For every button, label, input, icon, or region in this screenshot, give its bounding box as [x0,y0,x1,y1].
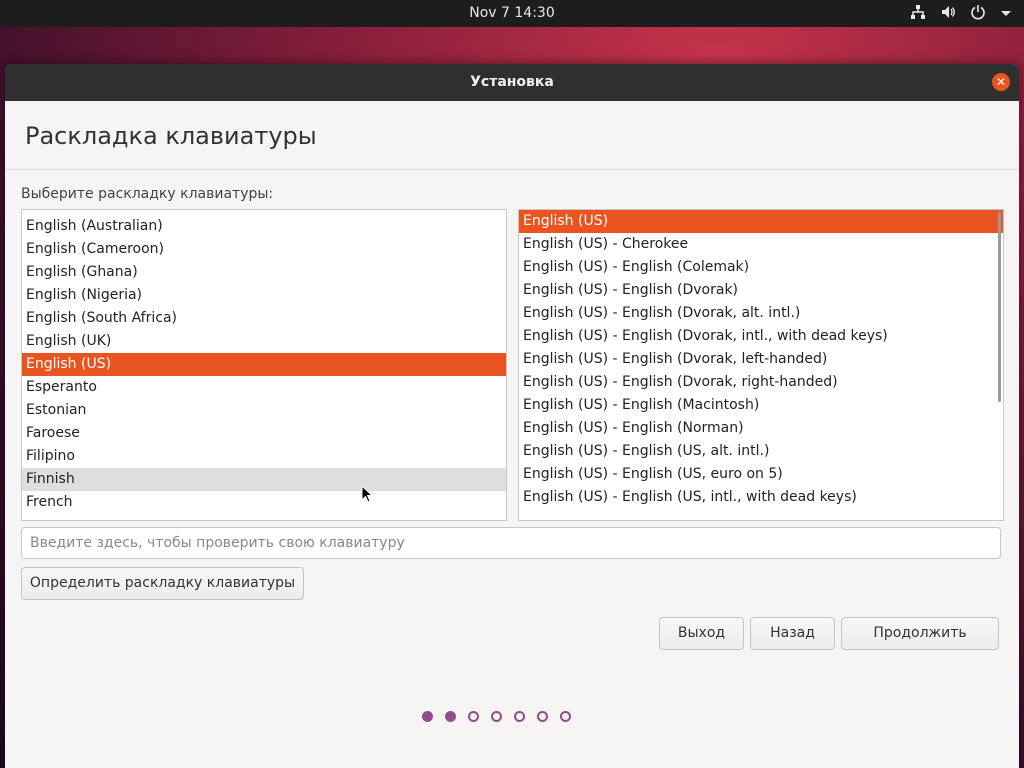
step-dot [491,711,502,722]
back-button[interactable]: Назад [750,617,835,650]
installer-window: Установка ✕ Раскладка клавиатуры Выберит… [5,64,1019,768]
close-icon[interactable]: ✕ [992,73,1010,91]
step-dot [422,711,433,722]
variant-list-item[interactable]: English (US) - English (Dvorak, intl., w… [519,325,1003,348]
page-title: Раскладка клавиатуры [25,122,317,150]
variant-list-item[interactable]: English (US) - English (US, intl., with … [519,486,1003,509]
layout-list-item[interactable]: English (UK) [22,330,506,353]
layout-list-item[interactable]: Filipino [22,445,506,468]
step-dot [445,711,456,722]
layout-list-item[interactable]: English (Ghana) [22,261,506,284]
window-title: Установка [470,74,554,90]
variant-list-item[interactable]: English (US) - English (Dvorak, right-ha… [519,371,1003,394]
variant-list-item[interactable]: English (US) - English (Dvorak) [519,279,1003,302]
step-dot [560,711,571,722]
layout-list-item[interactable]: English (Nigeria) [22,284,506,307]
variant-list-item[interactable]: English (US) - Cherokee [519,233,1003,256]
volume-icon[interactable] [940,4,956,25]
quit-button[interactable]: Выход [659,617,744,650]
layout-list-item[interactable]: Estonian [22,399,506,422]
step-dot [514,711,525,722]
step-progress [422,711,571,722]
variant-list-item[interactable]: English (US) - English (US, euro on 5) [519,463,1003,486]
layout-list-item[interactable]: Finnish [22,468,506,491]
variant-list-item[interactable]: English (US) - English (Dvorak, left-han… [519,348,1003,371]
step-dot [537,711,548,722]
top-bar: Nov 7 14:30 [0,0,1024,27]
variant-list[interactable]: English (US) English (US) - Cherokee Engli… [518,209,1004,521]
variant-list-item[interactable]: English (US) - English (Dvorak, alt. int… [519,302,1003,325]
window-titlebar[interactable]: Установка ✕ [5,64,1019,101]
continue-button[interactable]: Продолжить [841,617,999,650]
menu-arrow-icon[interactable] [1000,6,1012,24]
layout-list-item[interactable]: English (South Africa) [22,307,506,330]
layout-list-item[interactable]: Esperanto [22,376,506,399]
layout-list-item[interactable]: English (Cameroon) [22,238,506,261]
layout-list-item[interactable]: English (US) [22,353,506,376]
variant-list-item[interactable]: English (US) - English (US, alt. intl.) [519,440,1003,463]
variant-list-scrollbar[interactable] [998,212,1001,402]
network-icon[interactable] [910,4,926,25]
layout-list-item[interactable]: English (Australian) [22,215,506,238]
step-dot [468,711,479,722]
variant-list-item[interactable]: English (US) - English (Norman) [519,417,1003,440]
variant-list-item[interactable]: English (US) - English (Colemak) [519,256,1003,279]
power-icon[interactable] [970,4,986,25]
layout-list-item[interactable]: French [22,491,506,514]
header-divider [5,169,1019,170]
detect-layout-button[interactable]: Определить раскладку клавиатуры [21,567,304,600]
layout-list-item[interactable]: Faroese [22,422,506,445]
clock[interactable]: Nov 7 14:30 [0,5,1024,21]
keyboard-test-input[interactable] [21,527,1001,559]
variant-list-item[interactable]: English (US) - English (Macintosh) [519,394,1003,417]
layout-list[interactable]: English (Australian) English (Cameroon) En… [21,209,507,521]
variant-list-item[interactable]: English (US) [519,210,1003,233]
layout-prompt-label: Выберите раскладку клавиатуры: [21,186,274,202]
system-tray[interactable] [910,4,1012,25]
mouse-pointer-icon [361,485,374,503]
